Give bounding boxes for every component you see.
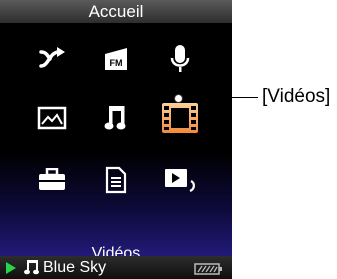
callout-label: [Vidéos] [262,86,331,107]
fm-radio-icon[interactable]: FM [96,40,136,78]
player-screen: Accueil FM Vidéos Blue Sky [0,0,232,279]
home-menu-grid: FM Vidéos [0,23,232,262]
microphone-icon[interactable] [160,40,200,78]
settings-toolbox-icon[interactable] [32,161,72,199]
music-note-icon[interactable] [96,99,136,137]
play-icon [6,262,16,274]
screen-title: Accueil [0,0,232,23]
now-playing-icon[interactable] [160,161,200,199]
shuffle-icon[interactable] [32,40,72,78]
battery-icon [194,262,224,279]
track-title: Blue Sky [43,259,107,276]
callout-line [178,97,258,98]
photo-icon[interactable] [32,99,72,137]
playlist-document-icon[interactable] [96,161,136,199]
callout-dot [174,94,183,103]
music-note-icon [24,259,40,279]
fm-label: FM [110,58,123,68]
